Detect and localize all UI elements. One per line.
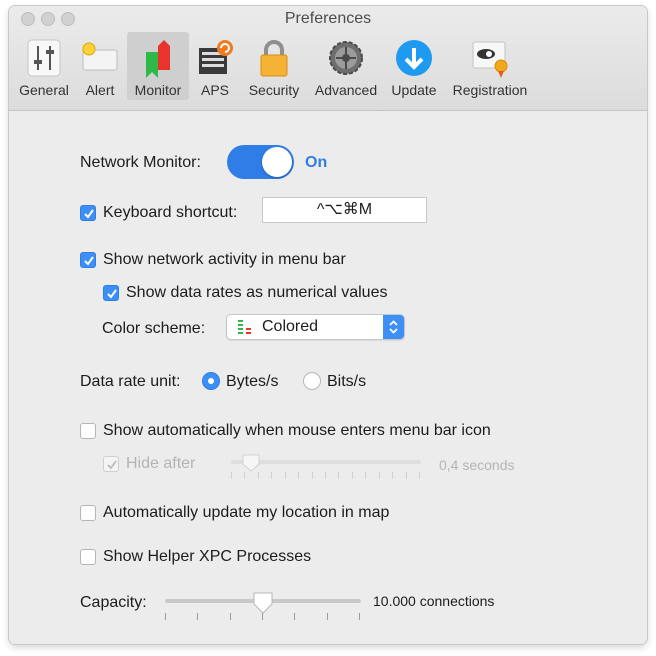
- slider-tick: [326, 613, 328, 620]
- download-arrow-icon: [396, 40, 432, 76]
- auto-location-label: Automatically update my location in map: [103, 504, 390, 521]
- chevron-updown-icon: [389, 320, 398, 334]
- keyboard-shortcut-checkbox[interactable]: [80, 205, 96, 221]
- auto-show-checkbox[interactable]: [80, 423, 96, 439]
- certificate-icon: [472, 41, 508, 78]
- slider-tick: [392, 472, 394, 479]
- monitor-bars-icon: [146, 40, 170, 78]
- menu-bar-activity-checkbox[interactable]: [80, 252, 96, 268]
- tab-monitor[interactable]: Monitor: [127, 32, 189, 100]
- keyboard-shortcut-label: Keyboard shortcut:: [103, 204, 238, 221]
- numerical-values-label: Show data rates as numerical values: [126, 284, 388, 301]
- slider-tick: [298, 472, 300, 479]
- network-monitor-state: On: [305, 154, 328, 171]
- menu-bar-activity-label: Show network activity in menu bar: [103, 251, 346, 268]
- bytes-radio-label: Bytes/s: [226, 373, 279, 390]
- alert-banner-icon: [82, 42, 118, 71]
- data-rate-unit-label: Data rate unit:: [80, 373, 181, 390]
- hide-after-slider[interactable]: [231, 453, 427, 479]
- slider-tick: [257, 472, 259, 479]
- slider-tick: [231, 472, 232, 479]
- network-monitor-label: Network Monitor:: [80, 154, 201, 171]
- tab-label: Security: [248, 82, 300, 98]
- monitor-pane: Network Monitor: On Keyboard shortcut: ^…: [9, 111, 647, 644]
- capacity-label: Capacity:: [80, 594, 147, 611]
- toggle-knob: [262, 147, 292, 177]
- hide-after-value: 0,4 seconds: [439, 457, 515, 473]
- window-title: Preferences: [284, 10, 372, 27]
- helper-xpc-label: Show Helper XPC Processes: [103, 548, 312, 565]
- sliders-icon: [27, 39, 61, 77]
- slider-tick: [197, 613, 199, 620]
- slider-tick: [229, 613, 231, 620]
- keyboard-shortcut-field[interactable]: ^⌥⌘M: [262, 197, 427, 223]
- hide-after-label: Hide after: [126, 455, 196, 472]
- slider-tick: [271, 472, 273, 479]
- slider-thumb[interactable]: [241, 453, 261, 473]
- checkmark-icon: [84, 209, 94, 219]
- hide-after-checkbox[interactable]: [103, 456, 119, 472]
- numerical-values-checkbox[interactable]: [103, 285, 119, 301]
- auto-show-label: Show automatically when mouse enters men…: [103, 422, 491, 439]
- tab-registration[interactable]: Registration: [445, 32, 535, 100]
- slider-tick: [284, 472, 286, 479]
- slider-tick: [311, 472, 313, 479]
- tab-label: Registration: [452, 82, 528, 98]
- tab-update[interactable]: Update: [385, 32, 443, 100]
- color-scheme-popup[interactable]: Colored: [226, 314, 405, 340]
- tab-label: APS: [200, 82, 229, 98]
- tab-aps[interactable]: APS: [191, 32, 239, 100]
- preferences-window: Preferences General Alert Monitor APS Se…: [9, 6, 647, 644]
- color-scheme-label: Color scheme:: [102, 320, 206, 337]
- slider-tick: [294, 613, 296, 620]
- colored-bars-icon: [238, 320, 251, 334]
- gear-icon: [329, 41, 363, 75]
- slider-tick: [325, 472, 326, 479]
- tab-label: Monitor: [134, 82, 182, 98]
- slider-tick: [244, 472, 246, 479]
- tab-advanced[interactable]: Advanced: [309, 32, 383, 100]
- padlock-icon: [260, 40, 288, 77]
- slider-tick: [378, 472, 380, 479]
- slider-tick: [359, 613, 360, 620]
- tab-label: Alert: [85, 82, 115, 98]
- checkmark-icon: [107, 289, 117, 299]
- tab-label: General: [19, 82, 69, 98]
- popup-stepper: [383, 315, 404, 339]
- slider-thumb[interactable]: [252, 591, 274, 615]
- checkmark-icon: [107, 460, 117, 470]
- color-scheme-value: Colored: [262, 318, 319, 335]
- checkmark-icon: [84, 256, 94, 266]
- bits-radio[interactable]: [303, 372, 321, 390]
- network-monitor-toggle[interactable]: [227, 145, 294, 179]
- slider-tick: [338, 472, 340, 479]
- tab-alert[interactable]: Alert: [77, 32, 123, 100]
- toolbar: Preferences General Alert Monitor APS Se…: [9, 6, 647, 111]
- auto-location-checkbox[interactable]: [80, 505, 96, 521]
- tab-security[interactable]: Security: [241, 32, 307, 100]
- slider-tick: [165, 613, 166, 620]
- bytes-radio[interactable]: [202, 372, 220, 390]
- tab-label: Advanced: [314, 82, 378, 98]
- capacity-value: 10.000 connections: [373, 593, 495, 609]
- slider-tick: [365, 472, 367, 479]
- capacity-slider[interactable]: [165, 591, 363, 621]
- helper-xpc-checkbox[interactable]: [80, 549, 96, 565]
- tab-general[interactable]: General: [13, 32, 75, 100]
- slider-tick: [405, 472, 407, 479]
- slider-tick: [351, 472, 353, 479]
- slider-tick: [419, 472, 420, 479]
- aps-list-icon: [199, 40, 233, 74]
- tab-label: Update: [391, 82, 437, 98]
- bits-radio-label: Bits/s: [327, 373, 367, 390]
